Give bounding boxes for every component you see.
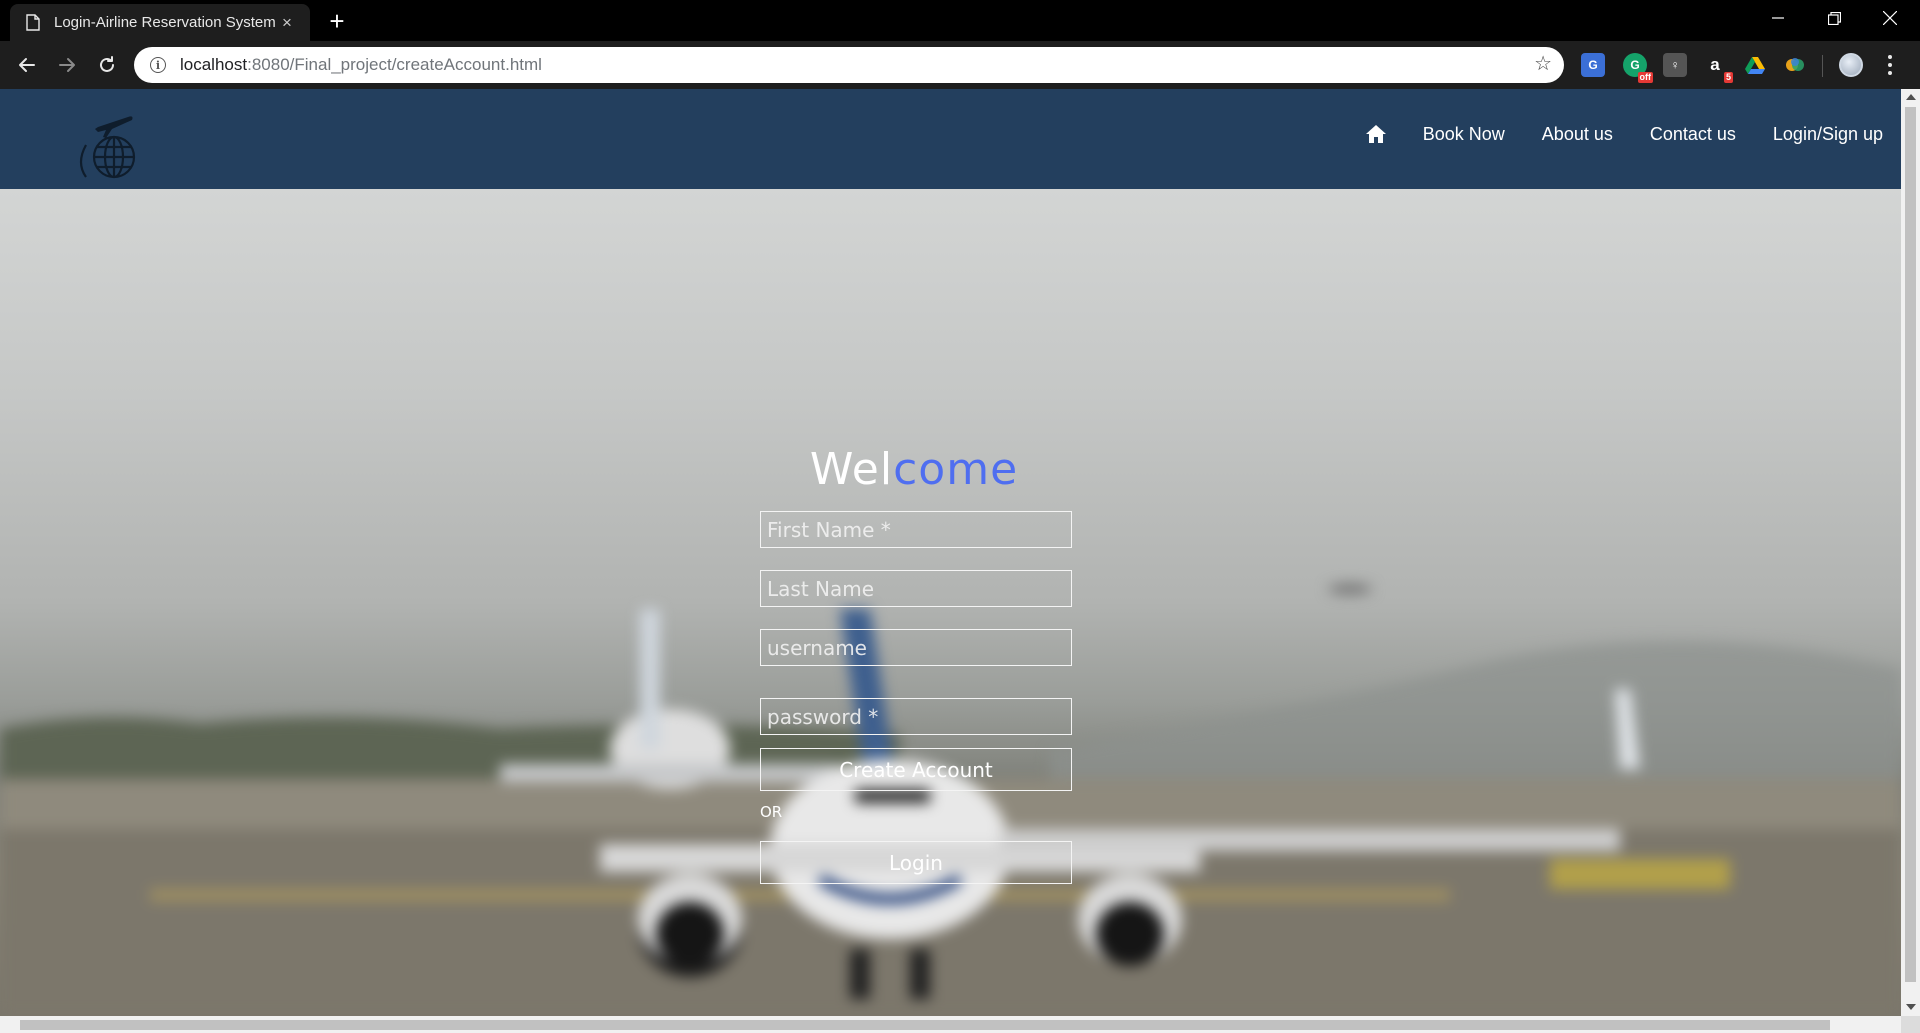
- close-icon: [1883, 11, 1897, 25]
- password-input[interactable]: [760, 698, 1072, 735]
- scroll-down-arrow-icon[interactable]: [1906, 1004, 1916, 1010]
- browser-tab[interactable]: Login-Airline Reservation System ×: [10, 4, 310, 41]
- colorful-extension-icon[interactable]: [1783, 53, 1807, 77]
- create-account-form: Welcome Create Account OR Login: [760, 444, 1072, 884]
- horizontal-scrollbar[interactable]: [0, 1016, 1901, 1033]
- hero-background: Welcome Create Account OR Login: [0, 189, 1901, 1016]
- tab-close-icon[interactable]: ×: [278, 13, 296, 32]
- nav-about-us[interactable]: About us: [1542, 124, 1613, 145]
- login-button[interactable]: Login: [760, 841, 1072, 884]
- restore-button[interactable]: [1806, 0, 1862, 36]
- url-host: localhost: [180, 55, 248, 74]
- welcome-heading-part1: Wel: [809, 444, 894, 495]
- welcome-heading-part2: come: [893, 444, 1019, 495]
- home-icon[interactable]: [1365, 123, 1387, 145]
- browser-menu-button[interactable]: [1886, 53, 1894, 77]
- close-window-button[interactable]: [1862, 0, 1918, 36]
- last-name-input[interactable]: [760, 570, 1072, 607]
- restore-icon: [1827, 11, 1841, 25]
- username-input[interactable]: [760, 629, 1072, 666]
- main-nav: Book Now About us Contact us Login/Sign …: [1365, 123, 1883, 145]
- scroll-up-arrow-icon[interactable]: [1906, 94, 1916, 100]
- scrollbar-corner: [1901, 1016, 1920, 1033]
- web-page: Book Now About us Contact us Login/Sign …: [0, 89, 1901, 1016]
- keep-extension-icon[interactable]: ♀: [1663, 53, 1687, 77]
- minimize-icon: [1772, 17, 1784, 19]
- minimize-button[interactable]: [1750, 0, 1806, 36]
- profile-avatar[interactable]: [1839, 53, 1863, 77]
- nav-login-signup[interactable]: Login/Sign up: [1773, 124, 1883, 145]
- address-bar[interactable]: i localhost:8080/Final_project/createAcc…: [134, 47, 1564, 83]
- horizontal-scroll-thumb[interactable]: [20, 1020, 1830, 1030]
- nav-contact-us[interactable]: Contact us: [1650, 124, 1736, 145]
- grammarly-badge: off: [1637, 72, 1653, 83]
- or-separator: OR: [760, 803, 783, 821]
- tab-strip: Login-Airline Reservation System × +: [0, 0, 1920, 41]
- vertical-scrollbar[interactable]: [1901, 89, 1920, 1016]
- drive-extension-icon[interactable]: [1743, 53, 1767, 77]
- back-button[interactable]: [13, 51, 41, 79]
- reload-icon: [100, 56, 114, 72]
- browser-toolbar: i localhost:8080/Final_project/createAcc…: [0, 41, 1920, 89]
- airline-logo-icon[interactable]: [72, 105, 142, 185]
- site-info-icon[interactable]: i: [150, 57, 166, 73]
- tab-title: Login-Airline Reservation System: [54, 14, 276, 31]
- page-icon: [26, 14, 40, 31]
- url-path: :8080/Final_project/createAccount.html: [247, 55, 542, 74]
- create-account-button[interactable]: Create Account: [760, 748, 1072, 791]
- forward-arrow-icon: [59, 58, 75, 72]
- site-header: Book Now About us Contact us Login/Sign …: [0, 89, 1901, 189]
- amazon-badge: 5: [1723, 72, 1733, 83]
- grammarly-extension-icon[interactable]: Goff: [1623, 53, 1653, 83]
- vertical-scroll-thumb[interactable]: [1905, 107, 1916, 982]
- forward-button[interactable]: [53, 51, 81, 79]
- first-name-input[interactable]: [760, 511, 1072, 548]
- new-tab-button[interactable]: +: [324, 8, 350, 34]
- translate-extension-icon[interactable]: G: [1581, 53, 1605, 77]
- reload-button[interactable]: [93, 51, 121, 79]
- nav-book-now[interactable]: Book Now: [1423, 124, 1505, 145]
- amazon-extension-icon[interactable]: a5: [1703, 53, 1733, 83]
- toolbar-separator: [1822, 55, 1823, 77]
- back-arrow-icon: [19, 58, 35, 72]
- page-viewport: Book Now About us Contact us Login/Sign …: [0, 89, 1920, 1033]
- bookmark-star-icon[interactable]: ☆: [1534, 54, 1552, 74]
- welcome-heading: Welcome: [760, 444, 1068, 495]
